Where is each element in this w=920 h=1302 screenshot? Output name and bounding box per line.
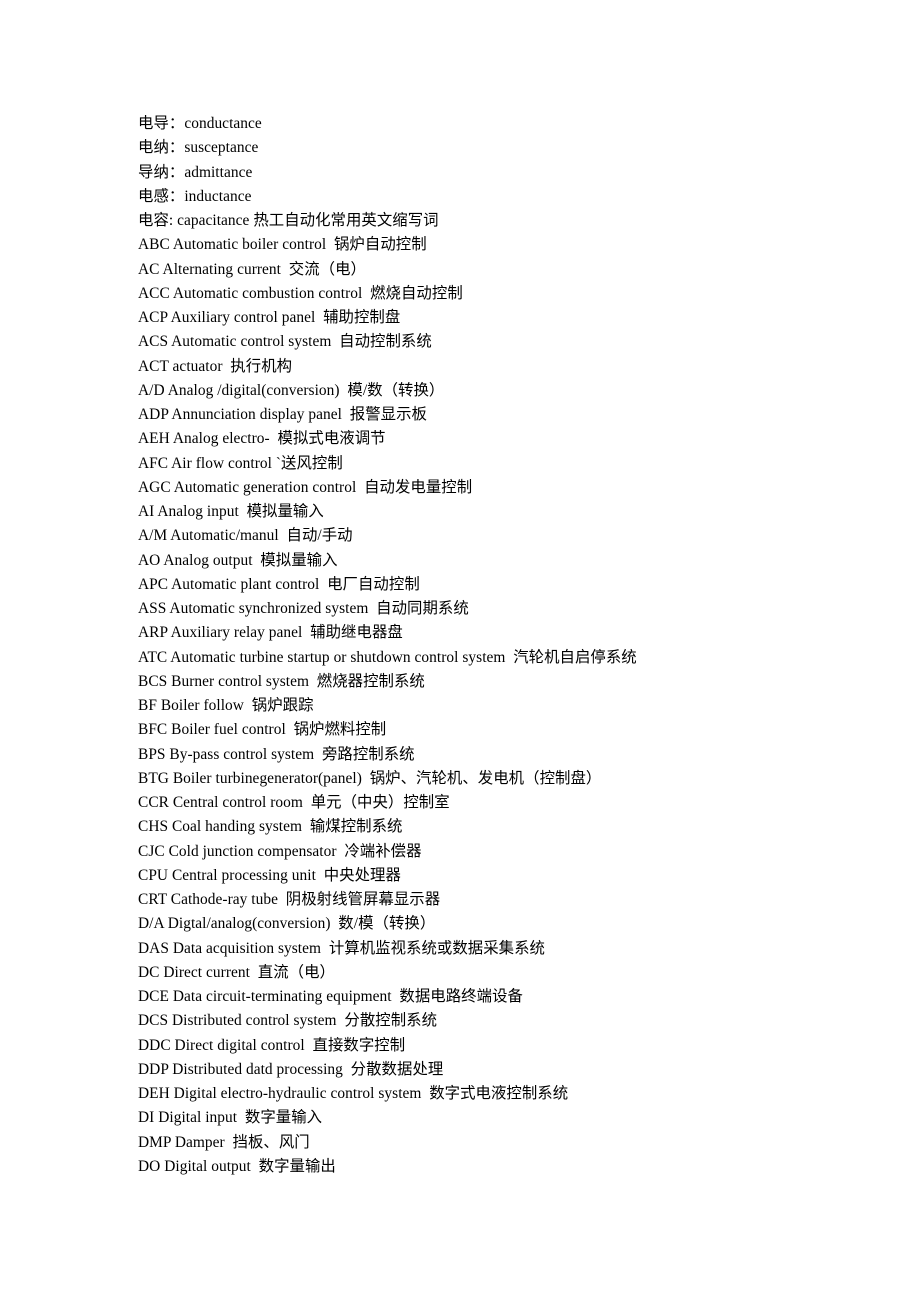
- document-line: CHS Coal handing system 输煤控制系统: [138, 818, 403, 836]
- document-line: ACP Auxiliary control panel 辅助控制盘: [138, 309, 401, 326]
- document-line: AI Analog input 模拟量输入: [138, 503, 324, 520]
- document-line: ABC Automatic boiler control 锅炉自动控制: [138, 236, 427, 254]
- document-line: CJC Cold junction compensator 冷端补偿器: [138, 842, 422, 860]
- document-line: BTG Boiler turbinegenerator(panel) 锅炉、汽轮…: [138, 769, 602, 787]
- document-line: DEH Digital electro-hydraulic control sy…: [138, 1085, 569, 1102]
- document-line: BFC Boiler fuel control 锅炉燃料控制: [138, 721, 387, 739]
- document-line: APC Automatic plant control 电厂自动控制: [138, 575, 420, 593]
- document-line: A/D Analog /digital(conversion) 模/数（转换）: [138, 381, 445, 399]
- document-line: DAS Data acquisition system 计算机监视系统或数据采集…: [138, 939, 545, 957]
- document-line: DO Digital output 数字量输出: [138, 1157, 336, 1175]
- document-line: ACC Automatic combustion control 燃烧自动控制: [138, 284, 463, 302]
- document-line: ACT actuator 执行机构: [138, 357, 293, 375]
- document-line: CCR Central control room 单元（中央）控制室: [138, 794, 450, 811]
- document-line: D/A Digtal/analog(conversion) 数/模（转换）: [138, 915, 436, 933]
- document-line: DDP Distributed datd processing 分散数据处理: [138, 1060, 444, 1078]
- document-line: ASS Automatic synchronized system 自动同期系统: [138, 600, 469, 617]
- document-line: 电感：inductance: [138, 187, 252, 205]
- document-line: AC Alternating current 交流（电）: [138, 260, 366, 278]
- document-line: BPS By-pass control system 旁路控制系统: [138, 745, 415, 763]
- document-line: 电导：conductance: [138, 115, 262, 132]
- document-line: DI Digital input 数字量输入: [138, 1109, 323, 1127]
- document-line: CPU Central processing unit 中央处理器: [138, 866, 401, 884]
- document-line: ARP Auxiliary relay panel 辅助继电器盘: [138, 624, 403, 642]
- document-line: 电容: capacitance 热工自动化常用英文缩写词: [138, 212, 439, 229]
- document-line: AO Analog output 模拟量输入: [138, 551, 338, 569]
- document-line: 电纳：susceptance: [138, 139, 259, 157]
- document-line: DC Direct current 直流（电）: [138, 963, 335, 981]
- document-line: A/M Automatic/manul 自动/手动: [138, 527, 353, 545]
- document-line: AFC Air flow control `送风控制: [138, 454, 343, 472]
- document-line: DCS Distributed control system 分散控制系统: [138, 1012, 438, 1030]
- document-line: ADP Annunciation display panel 报警显示板: [138, 406, 427, 423]
- document-line: AEH Analog electro- 模拟式电液调节: [138, 430, 386, 448]
- document-line: BCS Burner control system 燃烧器控制系统: [138, 672, 425, 690]
- document-line: DCE Data circuit-terminating equipment 数…: [138, 988, 523, 1005]
- document-line: ATC Automatic turbine startup or shutdow…: [138, 648, 637, 666]
- document-line: CRT Cathode-ray tube 阴极射线管屏幕显示器: [138, 891, 441, 908]
- document-line: DMP Damper 挡板、风门: [138, 1133, 310, 1151]
- document-line: BF Boiler follow 锅炉跟踪: [138, 697, 314, 714]
- document-line: ACS Automatic control system 自动控制系统: [138, 333, 432, 351]
- document-page: 电导：conductance 电纳：susceptance 导纳：admittanc…: [0, 0, 920, 1302]
- document-line: 导纳：admittance: [138, 163, 253, 181]
- document-line: AGC Automatic generation control 自动发电量控制: [138, 478, 473, 496]
- document-text-block: 电导：conductance 电纳：susceptance 导纳：admittanc…: [138, 112, 878, 1179]
- document-line: DDC Direct digital control 直接数字控制: [138, 1036, 406, 1054]
